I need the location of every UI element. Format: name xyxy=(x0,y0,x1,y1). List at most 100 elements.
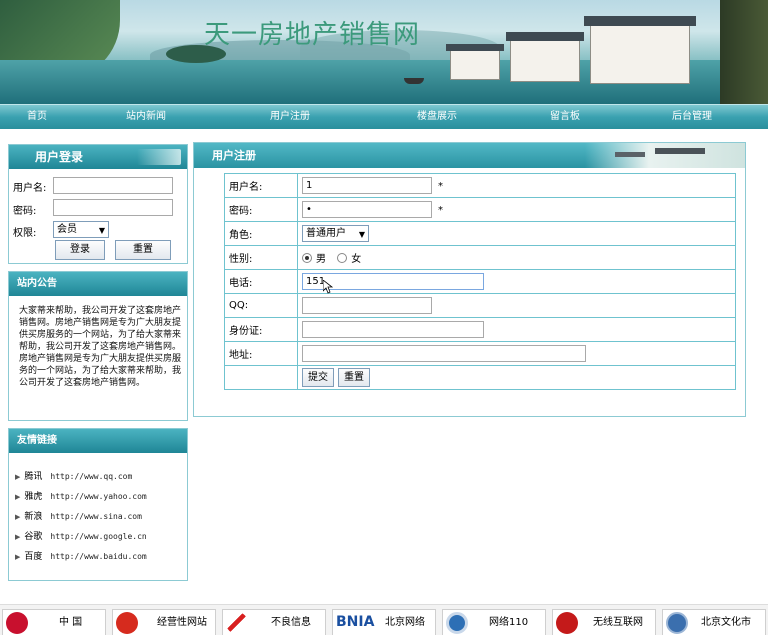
register-username-label: 用户名: xyxy=(224,173,298,198)
register-role-label: 角色: xyxy=(224,221,298,246)
banner-tree xyxy=(720,0,768,104)
form-row-gender: 性别: 男 女 xyxy=(224,245,736,270)
login-role-value: 会员 xyxy=(57,224,77,235)
header-scenery-image xyxy=(585,143,745,168)
register-gender-label: 性别: xyxy=(224,245,298,270)
login-password-input[interactable] xyxy=(53,199,173,216)
footer-badge-network-110[interactable]: 网络110 xyxy=(442,609,546,635)
footer-badge-wireless[interactable]: 无线互联网 xyxy=(552,609,656,635)
chevron-down-icon: ▼ xyxy=(358,230,365,239)
register-phone-input[interactable]: 151 xyxy=(302,273,484,294)
mouse-cursor-icon xyxy=(323,280,333,294)
register-idcard-label: 身份证: xyxy=(224,317,298,342)
link-item-sina[interactable]: ▶ 新浪 http://www.sina.com xyxy=(15,510,142,524)
register-idcard-input[interactable] xyxy=(302,321,484,338)
header-decoration xyxy=(137,149,181,165)
login-panel-header: 用户登录 xyxy=(9,145,187,169)
form-row-idcard: 身份证: xyxy=(224,317,736,342)
link-item-yahoo[interactable]: ▶ 雅虎 http://www.yahoo.com xyxy=(15,490,147,504)
banner-houses-image xyxy=(430,10,730,90)
nav-item-guestbook[interactable]: 留言板 xyxy=(538,105,592,129)
form-cell xyxy=(297,341,736,366)
form-cell: 男 女 xyxy=(297,245,736,270)
form-row-phone: 电话: 151 xyxy=(224,269,736,294)
bullet-arrow-icon: ▶ xyxy=(15,533,21,541)
emblem-icon xyxy=(556,612,578,634)
register-phone-label: 电话: xyxy=(224,269,298,294)
form-cell: 1 * xyxy=(297,173,736,198)
notice-panel-header: 站内公告 xyxy=(9,272,187,296)
form-row-username: 用户名: 1 * xyxy=(224,173,736,198)
nav-item-properties[interactable]: 楼盘展示 xyxy=(405,105,469,129)
register-role-select[interactable]: 普通用户 ▼ xyxy=(302,225,369,242)
bullet-arrow-icon: ▶ xyxy=(15,493,21,501)
required-mark: * xyxy=(438,180,443,192)
footer-badge-beijing-network[interactable]: BNIA 北京网络 xyxy=(332,609,436,635)
register-reset-button[interactable]: 重置 xyxy=(338,368,370,387)
footer-badges: 中 国 经营性网站 不良信息 BNIA 北京网络 网络110 无线互联网 北京文… xyxy=(0,604,768,635)
site-banner: 天一房地产销售网 xyxy=(0,0,768,104)
nav-item-home[interactable]: 首页 xyxy=(10,105,64,129)
nav-item-register[interactable]: 用户注册 xyxy=(258,105,322,129)
form-row-password: 密码: • * xyxy=(224,197,736,222)
links-panel-header: 友情链接 xyxy=(9,429,187,453)
header-scenery-roof xyxy=(655,148,705,154)
culture-seal-icon xyxy=(666,612,688,634)
link-item-qq[interactable]: ▶ 腾讯 http://www.qq.com xyxy=(15,470,132,484)
footer-badge-bad-info[interactable]: 不良信息 xyxy=(222,609,326,635)
site-title: 天一房地产销售网 xyxy=(204,20,421,50)
register-form-table: 用户名: 1* 密码: •* 角色: 普通用户▼ 性别: 男 女 电话: xyxy=(224,173,736,390)
register-address-label: 地址: xyxy=(224,341,298,366)
header-scenery-roof xyxy=(615,152,645,157)
form-cell: 151 xyxy=(297,269,736,294)
notice-panel-title: 站内公告 xyxy=(17,278,57,289)
bullet-arrow-icon: ▶ xyxy=(15,553,21,561)
required-mark: * xyxy=(438,204,443,216)
page: { "site": { "title": "天一房地产销售网" }, "nav"… xyxy=(0,0,768,635)
bullet-arrow-icon: ▶ xyxy=(15,513,21,521)
register-panel-header: 用户注册 xyxy=(194,143,745,168)
gender-male-label: 男 xyxy=(316,254,326,265)
register-role-value: 普通用户 xyxy=(306,228,346,239)
form-row-actions: 提交 重置 xyxy=(224,365,736,390)
notice-text: 大家蒂来帮助，我公司开发了这套房地产销售网。房地产销售网是专为广大朋友提供买房服… xyxy=(19,306,182,388)
nav-item-admin[interactable]: 后台管理 xyxy=(660,105,724,129)
link-item-baidu[interactable]: ▶ 百度 http://www.baidu.com xyxy=(15,550,147,564)
form-row-address: 地址: xyxy=(224,341,736,366)
register-qq-label: QQ: xyxy=(224,293,298,318)
register-address-input[interactable] xyxy=(302,345,586,362)
register-password-label: 密码: xyxy=(224,197,298,222)
login-role-label: 权限: xyxy=(13,228,37,239)
login-button[interactable]: 登录 xyxy=(55,240,105,260)
login-password-label: 密码: xyxy=(13,206,37,217)
report-icon xyxy=(226,612,248,634)
bullet-arrow-icon: ▶ xyxy=(15,473,21,481)
nav-item-news[interactable]: 站内新闻 xyxy=(114,105,178,129)
register-qq-input[interactable] xyxy=(302,297,432,314)
banner-boat xyxy=(404,78,424,84)
login-username-input[interactable] xyxy=(53,177,173,194)
footer-badge-business-site[interactable]: 经营性网站 xyxy=(112,609,216,635)
login-reset-button[interactable]: 重置 xyxy=(115,240,171,260)
links-panel: 友情链接 ▶ 腾讯 http://www.qq.com ▶ 雅虎 http://www.… xyxy=(8,428,188,581)
register-username-input[interactable]: 1 xyxy=(302,177,432,194)
gender-male-radio[interactable] xyxy=(302,252,312,263)
login-panel: 用户登录 用户名: 密码: 权限: 会员 ▼ 登录 重置 xyxy=(8,144,188,264)
register-panel: 用户注册 用户名: 1 * 密码: • * 角色: 普通用户 ▼ 性别: 男 女… xyxy=(193,142,746,417)
gender-female-radio[interactable] xyxy=(337,252,348,263)
form-cell: • * xyxy=(297,197,736,222)
register-password-input[interactable]: • xyxy=(302,201,432,218)
login-panel-title: 用户登录 xyxy=(35,150,84,164)
bnia-logo-icon: BNIA xyxy=(336,614,375,630)
form-cell: 普通用户 ▼ xyxy=(297,221,736,246)
footer-badge-beijing-culture[interactable]: 北京文化市 xyxy=(662,609,766,635)
submit-button[interactable]: 提交 xyxy=(302,368,334,387)
login-role-select[interactable]: 会员 ▼ xyxy=(53,221,109,238)
link-item-google[interactable]: ▶ 谷歌 http://www.google.cn xyxy=(15,530,147,544)
footer-badge-china[interactable]: 中 国 xyxy=(2,609,106,635)
form-cell xyxy=(297,293,736,318)
chevron-down-icon: ▼ xyxy=(98,226,105,235)
login-username-label: 用户名: xyxy=(13,183,47,194)
main-nav: 首页 站内新闻 用户注册 楼盘展示 留言板 后台管理 xyxy=(0,104,768,129)
form-cell xyxy=(297,317,736,342)
